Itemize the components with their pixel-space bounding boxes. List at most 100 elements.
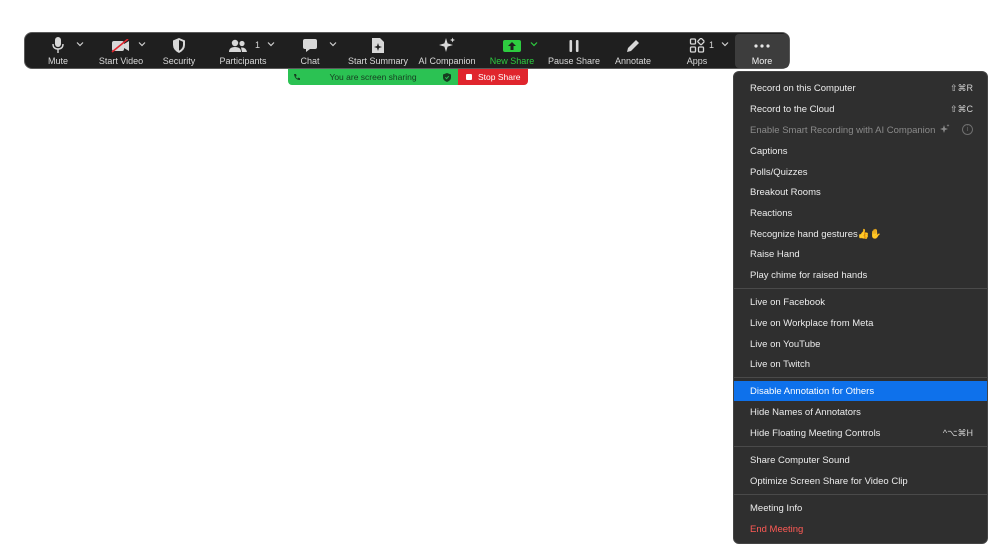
shortcut-label: ⇧⌘C: [949, 104, 973, 114]
security-button[interactable]: Security: [159, 33, 199, 69]
participants-options-chevron-icon[interactable]: [267, 40, 275, 48]
menu-item-label: Live on Facebook: [750, 297, 825, 308]
menu-item-live-youtube[interactable]: Live on YouTube: [734, 334, 987, 354]
menu-item-chime[interactable]: Play chime for raised hands: [734, 265, 987, 285]
menu-item-label: Meeting Info: [750, 503, 803, 514]
chat-button[interactable]: Chat: [295, 33, 325, 69]
menu-item-label: Recognize hand gestures👍✋: [750, 229, 882, 240]
menu-separator: [734, 377, 987, 378]
menu-item-label: Reactions: [750, 208, 793, 219]
pause-icon: [568, 37, 580, 54]
menu-separator: [734, 288, 987, 289]
menu-item-label: Record on this Computer: [750, 83, 856, 94]
microphone-icon: [52, 37, 64, 54]
start-summary-label: Start Summary: [347, 56, 408, 66]
security-label: Security: [162, 56, 196, 66]
stop-share-label: Stop Share: [478, 72, 521, 82]
participants-label: Participants: [219, 56, 267, 66]
more-label: More: [751, 56, 773, 66]
menu-item-optimize-video-clip[interactable]: Optimize Screen Share for Video Clip: [734, 471, 987, 491]
pause-share-button[interactable]: Pause Share: [546, 33, 602, 69]
chat-label: Chat: [300, 56, 320, 66]
menu-item-hide-floating-controls[interactable]: Hide Floating Meeting Controls ^⌥⌘H: [734, 423, 987, 443]
menu-item-label: Live on YouTube: [750, 339, 821, 350]
menu-item-live-workplace[interactable]: Live on Workplace from Meta: [734, 313, 987, 333]
menu-item-end-meeting[interactable]: End Meeting: [734, 519, 987, 539]
participants-icon: [228, 37, 248, 54]
menu-item-record-computer[interactable]: Record on this Computer ⇧⌘R: [734, 78, 987, 98]
annotate-label: Annotate: [614, 56, 652, 66]
menu-item-label: Record to the Cloud: [750, 104, 835, 115]
apps-options-chevron-icon[interactable]: [721, 40, 729, 48]
menu-item-label: Polls/Quizzes: [750, 167, 808, 178]
menu-item-hand-gestures[interactable]: Recognize hand gestures👍✋: [734, 224, 987, 244]
annotate-button[interactable]: Annotate: [609, 33, 657, 69]
menu-item-captions[interactable]: Captions: [734, 141, 987, 161]
participants-button[interactable]: Participants: [217, 33, 269, 69]
menu-item-live-facebook[interactable]: Live on Facebook: [734, 292, 987, 312]
sparkle-icon: [940, 124, 950, 133]
menu-item-label: Optimize Screen Share for Video Clip: [750, 476, 908, 487]
shortcut-label: ^⌥⌘H: [942, 428, 973, 438]
menu-item-label: Hide Floating Meeting Controls: [750, 428, 881, 439]
menu-item-label: Play chime for raised hands: [750, 270, 868, 281]
apps-count: 1: [709, 40, 715, 50]
stop-share-button[interactable]: Stop Share: [458, 69, 528, 85]
apps-button[interactable]: Apps: [679, 33, 715, 69]
menu-item-label: Captions: [750, 146, 788, 157]
start-video-label: Start Video: [98, 56, 144, 66]
shortcut-label: ⇧⌘R: [949, 83, 973, 93]
start-video-button[interactable]: Start Video: [91, 33, 151, 69]
more-dropdown-menu: Record on this Computer ⇧⌘R Record to th…: [733, 71, 988, 544]
menu-item-label: Breakout Rooms: [750, 187, 821, 198]
menu-item-breakout-rooms[interactable]: Breakout Rooms: [734, 182, 987, 202]
menu-item-record-cloud[interactable]: Record to the Cloud ⇧⌘C: [734, 99, 987, 119]
menu-item-raise-hand[interactable]: Raise Hand: [734, 244, 987, 264]
mute-options-chevron-icon[interactable]: [76, 40, 84, 48]
menu-item-polls[interactable]: Polls/Quizzes: [734, 162, 987, 182]
menu-item-label: Live on Twitch: [750, 359, 811, 370]
menu-separator: [734, 446, 987, 447]
info-icon[interactable]: i: [962, 124, 973, 135]
pause-share-label: Pause Share: [547, 56, 601, 66]
menu-item-share-computer-sound[interactable]: Share Computer Sound: [734, 450, 987, 470]
menu-item-label: Disable Annotation for Others: [750, 386, 875, 397]
more-button[interactable]: More: [735, 34, 789, 68]
video-options-chevron-icon[interactable]: [138, 40, 146, 48]
menu-item-label: Hide Names of Annotators: [750, 407, 861, 418]
start-summary-button[interactable]: Start Summary: [345, 33, 411, 69]
screen-sharing-banner: You are screen sharing: [288, 69, 458, 85]
more-dots-icon: [753, 37, 771, 54]
share-options-chevron-icon[interactable]: [530, 40, 538, 48]
pen-icon: [626, 37, 640, 54]
menu-item-label: Raise Hand: [750, 249, 800, 260]
ai-companion-button[interactable]: AI Companion: [416, 33, 478, 69]
new-share-button[interactable]: New Share: [487, 33, 537, 69]
apps-label: Apps: [686, 56, 708, 66]
menu-item-label: Share Computer Sound: [750, 455, 850, 466]
menu-item-label: Live on Workplace from Meta: [750, 318, 874, 329]
menu-item-label: Enable Smart Recording with AI Companion: [750, 125, 936, 136]
mute-label: Mute: [47, 56, 68, 66]
stop-square-icon: [466, 74, 472, 80]
menu-item-hide-annotator-names[interactable]: Hide Names of Annotators: [734, 402, 987, 422]
menu-item-disable-annotation[interactable]: Disable Annotation for Others: [734, 381, 987, 401]
menu-item-reactions[interactable]: Reactions: [734, 203, 987, 223]
chat-bubble-icon: [302, 37, 318, 54]
ai-companion-label: AI Companion: [418, 56, 476, 66]
shield-icon: [172, 37, 186, 54]
meeting-toolbar: Mute Start Video Security Participants 1…: [24, 32, 790, 69]
apps-icon: [689, 37, 705, 54]
mute-button[interactable]: Mute: [43, 33, 73, 69]
encryption-shield-icon: [443, 73, 451, 82]
screen-sharing-status: You are screen sharing: [329, 72, 417, 82]
sparkle-icon: [438, 37, 456, 54]
new-share-label: New Share: [489, 56, 535, 66]
menu-item-smart-recording: Enable Smart Recording with AI Companion…: [734, 120, 987, 140]
summary-document-icon: [371, 37, 385, 54]
menu-item-label: End Meeting: [750, 524, 804, 535]
menu-item-live-twitch[interactable]: Live on Twitch: [734, 354, 987, 374]
menu-item-meeting-info[interactable]: Meeting Info: [734, 498, 987, 518]
chat-options-chevron-icon[interactable]: [329, 40, 337, 48]
share-screen-icon: [503, 37, 521, 54]
